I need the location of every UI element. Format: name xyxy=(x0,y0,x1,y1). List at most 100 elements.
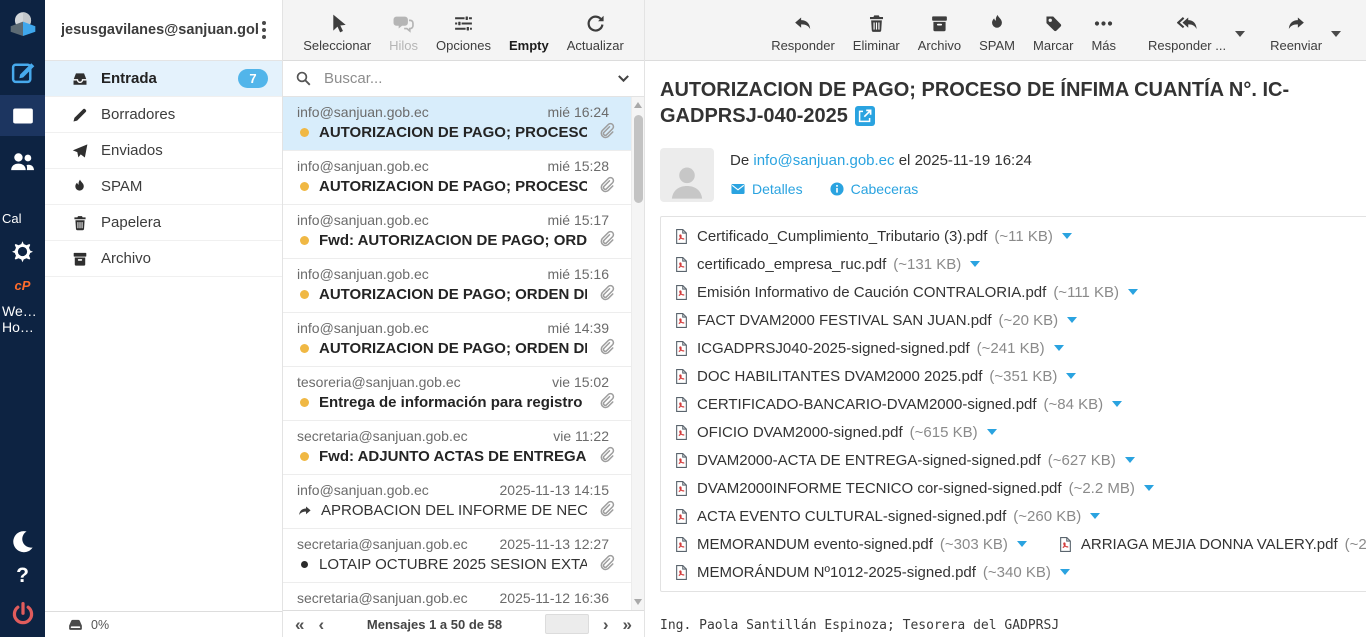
message-row[interactable]: info@sanjuan.gob.ec mié 16:24 AUTORIZACI… xyxy=(283,97,631,151)
message-toolbar: Responder Eliminar Archivo SPAM Marcar M… xyxy=(645,0,1366,61)
message-row[interactable]: secretaria@sanjuan.gob.ec 2025-11-13 12:… xyxy=(283,529,631,583)
attachment-name: ACTA EVENTO CULTURAL-signed-signed.pdf xyxy=(697,508,1006,525)
attachment-item[interactable]: MEMORÁNDUM Nº1012-2025-signed.pdf (~340 … xyxy=(673,564,1070,581)
reply-button[interactable]: Responder xyxy=(762,13,844,53)
attachment-dropdown-caret[interactable] xyxy=(1062,233,1072,239)
attachment-item[interactable]: Certificado_Cumplimiento_Tributario (3).… xyxy=(673,228,1072,245)
folder-item-entrada[interactable]: Entrada 7 xyxy=(45,61,282,97)
delete-button[interactable]: Eliminar xyxy=(844,13,909,53)
folder-item-borradores[interactable]: Borradores xyxy=(45,97,282,133)
attachment-dropdown-caret[interactable] xyxy=(1067,317,1077,323)
message-view-pane: Responder Eliminar Archivo SPAM Marcar M… xyxy=(645,0,1366,637)
attachment-size: (~351 KB) xyxy=(989,368,1057,385)
attachment-item[interactable]: ARRIAGA MEJIA DONNA VALERY.pdf (~22 KB) xyxy=(1057,536,1366,553)
message-sender: secretaria@sanjuan.gob.ec xyxy=(297,590,468,606)
folder-item-spam[interactable]: SPAM xyxy=(45,169,282,205)
scrollbar-thumb[interactable] xyxy=(634,115,643,203)
message-row[interactable]: info@sanjuan.gob.ec mié 15:28 AUTORIZACI… xyxy=(283,151,631,205)
account-menu-button[interactable] xyxy=(258,17,270,43)
rail-item-webhost[interactable]: We… Ho… xyxy=(0,302,45,336)
refresh-button[interactable]: Actualizar xyxy=(558,13,633,53)
next-page-button[interactable]: › xyxy=(603,616,609,633)
attachment-item[interactable]: Emisión Informativo de Caución CONTRALOR… xyxy=(673,284,1138,301)
rail-item-calendar[interactable]: Cal xyxy=(0,211,45,226)
message-list-scrollbar[interactable] xyxy=(631,97,644,610)
search-input[interactable] xyxy=(322,69,605,88)
attachment-item[interactable]: ACTA EVENTO CULTURAL-signed-signed.pdf (… xyxy=(673,508,1100,525)
prev-page-button[interactable]: ‹ xyxy=(318,616,324,633)
compose-button[interactable] xyxy=(0,54,45,90)
folder-item-enviados[interactable]: Enviados xyxy=(45,133,282,169)
sender-email-link[interactable]: info@sanjuan.gob.ec xyxy=(753,152,894,169)
reply-all-dropdown-caret[interactable] xyxy=(1235,31,1245,37)
cpanel-logo: cP xyxy=(15,278,31,293)
pdf-file-icon xyxy=(673,424,690,441)
attachment-dropdown-caret[interactable] xyxy=(1017,541,1027,547)
headers-link[interactable]: Cabeceras xyxy=(829,181,919,197)
message-status-marker xyxy=(297,128,311,137)
attachment-dropdown-caret[interactable] xyxy=(987,429,997,435)
empty-folder-button[interactable]: Empty xyxy=(500,13,558,53)
rail-item-settings[interactable] xyxy=(0,236,45,266)
more-button[interactable]: Más xyxy=(1082,13,1125,53)
scroll-up-arrow[interactable] xyxy=(634,102,642,108)
message-row[interactable]: secretaria@sanjuan.gob.ec vie 11:22 Fwd:… xyxy=(283,421,631,475)
attachment-item[interactable]: MEMORANDUM evento-signed.pdf (~303 KB) xyxy=(673,536,1027,553)
folder-item-archivo[interactable]: Archivo xyxy=(45,241,282,277)
spam-button[interactable]: SPAM xyxy=(970,13,1024,53)
rail-item-cpanel[interactable]: cP xyxy=(0,276,45,294)
archive-button[interactable]: Archivo xyxy=(909,13,970,53)
select-button[interactable]: Seleccionar xyxy=(294,13,380,53)
rail-item-contacts[interactable] xyxy=(0,143,45,179)
options-button[interactable]: Opciones xyxy=(427,13,500,53)
attachment-item[interactable]: ICGADPRSJ040-2025-signed-signed.pdf (~24… xyxy=(673,340,1064,357)
forward-button[interactable]: Reenviar xyxy=(1261,13,1331,53)
attachment-item[interactable]: OFICIO DVAM2000-signed.pdf (~615 KB) xyxy=(673,424,997,441)
reply-all-button[interactable]: Responder ... xyxy=(1139,13,1235,53)
scroll-down-arrow[interactable] xyxy=(634,599,642,605)
attachment-item[interactable]: DVAM2000-ACTA DE ENTREGA-signed-signed.p… xyxy=(673,452,1135,469)
attachment-dropdown-caret[interactable] xyxy=(1128,289,1138,295)
attachment-item[interactable]: FACT DVAM2000 FESTIVAL SAN JUAN.pdf (~20… xyxy=(673,312,1077,329)
pointer-icon xyxy=(327,13,348,34)
message-row[interactable]: secretaria@sanjuan.gob.ec 2025-11-12 16:… xyxy=(283,583,631,610)
folder-item-papelera[interactable]: Papelera xyxy=(45,205,282,241)
first-page-button[interactable]: « xyxy=(295,616,304,633)
dark-mode-toggle[interactable] xyxy=(0,525,45,557)
attachment-dropdown-caret[interactable] xyxy=(1125,457,1135,463)
attachment-dropdown-caret[interactable] xyxy=(970,261,980,267)
help-button[interactable]: ? xyxy=(0,563,45,589)
last-page-button[interactable]: » xyxy=(623,616,632,633)
attachment-item[interactable]: CERTIFICADO-BANCARIO-DVAM2000-signed.pdf… xyxy=(673,396,1122,413)
attachment-row: Certificado_Cumplimiento_Tributario (3).… xyxy=(673,222,1366,250)
rail-item-mail[interactable] xyxy=(0,95,45,136)
message-row[interactable]: tesoreria@sanjuan.gob.ec vie 15:02 Entre… xyxy=(283,367,631,421)
app-logo[interactable] xyxy=(0,6,45,44)
forward-dropdown-caret[interactable] xyxy=(1331,31,1341,37)
attachment-dropdown-caret[interactable] xyxy=(1060,569,1070,575)
attachment-item[interactable]: DVAM2000INFORME TECNICO cor-signed-signe… xyxy=(673,480,1154,497)
message-row[interactable]: info@sanjuan.gob.ec mié 15:16 AUTORIZACI… xyxy=(283,259,631,313)
message-row[interactable]: info@sanjuan.gob.ec mié 15:17 Fwd: AUTOR… xyxy=(283,205,631,259)
attachment-item[interactable]: certificado_empresa_ruc.pdf (~131 KB) xyxy=(673,256,980,273)
attachment-paperclip-icon xyxy=(597,338,615,361)
open-in-new-window-icon[interactable] xyxy=(855,106,875,133)
attachment-dropdown-caret[interactable] xyxy=(1054,345,1064,351)
attachment-dropdown-caret[interactable] xyxy=(1066,373,1076,379)
person-icon xyxy=(666,160,708,202)
message-date: vie 15:02 xyxy=(552,374,609,390)
attachment-dropdown-caret[interactable] xyxy=(1144,485,1154,491)
mark-button[interactable]: Marcar xyxy=(1024,13,1082,53)
logout-button[interactable] xyxy=(0,597,45,631)
threads-button[interactable]: Hilos xyxy=(380,13,427,53)
attachment-item[interactable]: DOC HABILITANTES DVAM2000 2025.pdf (~351… xyxy=(673,368,1076,385)
message-row[interactable]: info@sanjuan.gob.ec mié 14:39 AUTORIZACI… xyxy=(283,313,631,367)
attachment-dropdown-caret[interactable] xyxy=(1090,513,1100,519)
page-number-input[interactable] xyxy=(545,614,589,634)
details-link[interactable]: Detalles xyxy=(730,181,803,197)
search-options-chevron-icon[interactable] xyxy=(615,70,632,87)
message-list: info@sanjuan.gob.ec mié 16:24 AUTORIZACI… xyxy=(283,97,644,610)
attachment-dropdown-caret[interactable] xyxy=(1112,401,1122,407)
archive-icon xyxy=(929,13,950,34)
message-row[interactable]: info@sanjuan.gob.ec 2025-11-13 14:15 APR… xyxy=(283,475,631,529)
